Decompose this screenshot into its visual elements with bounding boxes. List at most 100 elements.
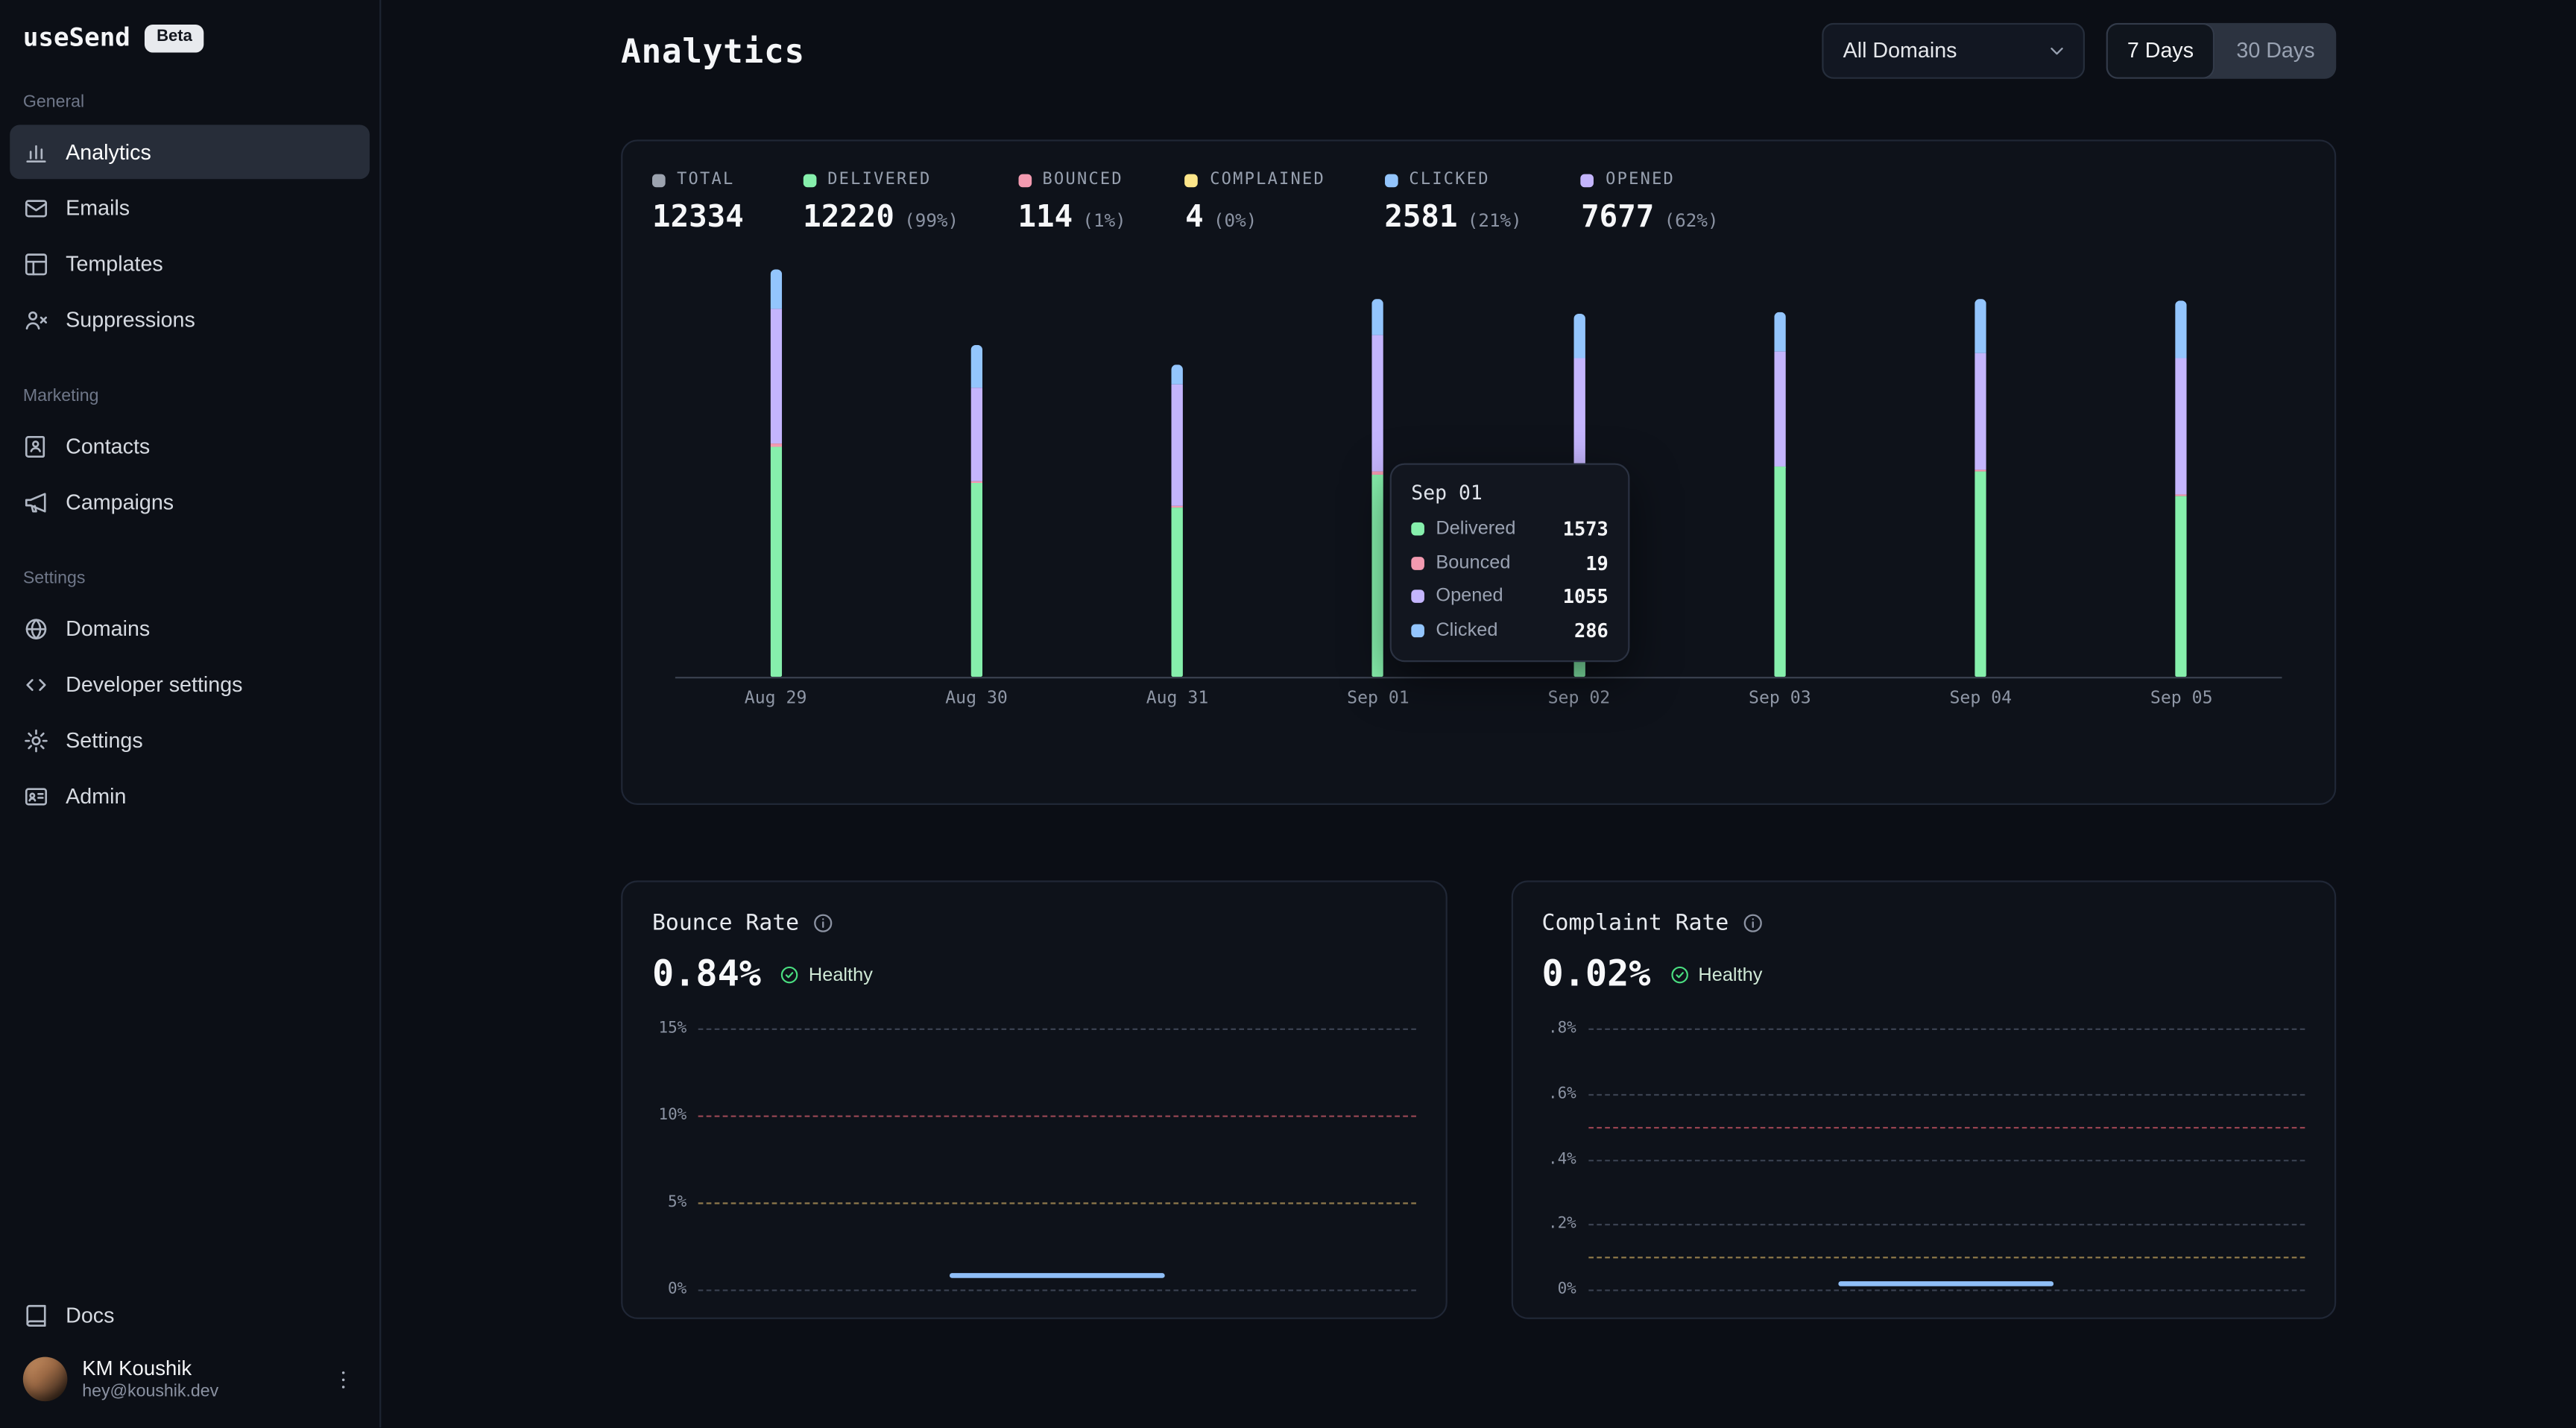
y-axis-label: .6% bbox=[1548, 1084, 1576, 1102]
sidebar-item-campaigns[interactable]: Campaigns bbox=[10, 475, 370, 529]
x-axis-label: Sep 04 bbox=[1949, 689, 2012, 708]
stat-percent: (0%) bbox=[1213, 210, 1257, 232]
bar-sep-03[interactable] bbox=[1774, 312, 1785, 677]
bar-segment-delivered bbox=[2176, 496, 2187, 677]
threshold-line bbox=[1588, 1126, 2305, 1128]
chevron-down-icon bbox=[2045, 39, 2068, 62]
bar-segment-clicked bbox=[1172, 364, 1183, 384]
tooltip-label: Clicked bbox=[1436, 620, 1497, 639]
user-menu[interactable]: KM Koushik hey@koushik.dev bbox=[10, 1345, 370, 1412]
gridline bbox=[698, 1029, 1415, 1030]
sidebar-item-settings[interactable]: Settings bbox=[10, 713, 370, 768]
kebab-menu-icon[interactable] bbox=[330, 1366, 356, 1392]
stat-value: 12220 bbox=[803, 200, 894, 235]
tooltip-label: Delivered bbox=[1436, 519, 1515, 538]
sidebar-item-emails[interactable]: Emails bbox=[10, 180, 370, 235]
stat-clicked: CLICKED2581(21%) bbox=[1384, 171, 1521, 235]
stat-dot bbox=[1581, 174, 1594, 187]
bar-chart-icon bbox=[23, 139, 49, 165]
bar-segment-opened bbox=[1372, 335, 1383, 471]
mail-icon bbox=[23, 195, 49, 221]
globe-icon bbox=[23, 615, 49, 641]
bounce-grid bbox=[698, 1029, 1415, 1289]
bar-segment-delivered bbox=[1372, 474, 1383, 677]
stat-label: CLICKED bbox=[1409, 171, 1489, 189]
sidebar-item-suppressions[interactable]: Suppressions bbox=[10, 292, 370, 347]
sidebar-item-contacts[interactable]: Contacts bbox=[10, 419, 370, 473]
bar-segment-clicked bbox=[1774, 312, 1785, 351]
threshold-line bbox=[1588, 1257, 2305, 1258]
bounce-rate-title: Bounce Rate bbox=[652, 910, 799, 936]
sidebar-item-docs[interactable]: Docs bbox=[10, 1289, 370, 1343]
range-button-30-days[interactable]: 30 Days bbox=[2215, 22, 2336, 78]
rate-series-line bbox=[1839, 1280, 2054, 1286]
tooltip-value: 19 bbox=[1585, 551, 1609, 574]
bar-segment-delivered bbox=[1774, 467, 1785, 677]
sidebar-item-label: Developer settings bbox=[66, 672, 242, 696]
megaphone-icon bbox=[23, 489, 49, 515]
user-meta: KM Koushik hey@koushik.dev bbox=[82, 1357, 218, 1402]
bar-segment-opened bbox=[1774, 351, 1785, 466]
bar-sep-05[interactable] bbox=[2176, 300, 2187, 677]
bar-segment-clicked bbox=[2176, 300, 2187, 359]
complaint-y-axis: .8%.6%.4%.2%0% bbox=[1542, 1029, 1576, 1289]
bar-segment-clicked bbox=[1372, 299, 1383, 335]
logo-row: useSend Beta bbox=[10, 19, 370, 52]
sidebar-item-admin[interactable]: Admin bbox=[10, 769, 370, 824]
sidebar-item-label: Domains bbox=[66, 616, 150, 641]
tooltip-label: Bounced bbox=[1436, 553, 1510, 572]
stat-dot bbox=[1017, 174, 1031, 187]
range-button-7-days[interactable]: 7 Days bbox=[2106, 22, 2215, 78]
rate-cards-row: Bounce Rate 0.84% Healthy 15%10%5%0% bbox=[621, 880, 2336, 1318]
header-controls: All Domains 7 Days30 Days bbox=[1822, 22, 2336, 78]
bounce-rate-card: Bounce Rate 0.84% Healthy 15%10%5%0% bbox=[621, 880, 1447, 1318]
bounce-status-badge: Healthy bbox=[779, 964, 873, 986]
chart-tooltip: Sep 01 Delivered1573Bounced19Opened1055C… bbox=[1390, 464, 1630, 662]
bar-aug-30[interactable] bbox=[970, 344, 982, 677]
bar-segment-opened bbox=[1975, 353, 1986, 470]
tooltip-dot bbox=[1411, 522, 1424, 536]
bar-aug-31[interactable] bbox=[1172, 364, 1183, 677]
sidebar-item-label: Settings bbox=[66, 727, 143, 752]
domain-select[interactable]: All Domains bbox=[1822, 22, 2085, 78]
sidebar-item-templates[interactable]: Templates bbox=[10, 236, 370, 291]
bar-sep-01[interactable] bbox=[1372, 299, 1383, 677]
stat-value: 7677 bbox=[1581, 200, 1654, 235]
stat-label: OPENED bbox=[1606, 171, 1675, 189]
sidebar-item-label: Templates bbox=[66, 251, 163, 276]
sidebar-item-analytics[interactable]: Analytics bbox=[10, 125, 370, 180]
sidebar-item-label: Admin bbox=[66, 783, 126, 808]
complaint-rate-chart: .8%.6%.4%.2%0% bbox=[1542, 1029, 2305, 1289]
y-axis-label: .2% bbox=[1548, 1215, 1576, 1233]
stat-label: DELIVERED bbox=[827, 171, 931, 189]
info-icon[interactable] bbox=[812, 912, 836, 935]
info-icon[interactable] bbox=[1742, 912, 1765, 935]
tooltip-dot bbox=[1411, 556, 1424, 569]
contacts-icon bbox=[23, 433, 49, 459]
gridline bbox=[1588, 1289, 2305, 1291]
nav-section-label-settings: Settings bbox=[10, 569, 370, 588]
bar-segment-opened bbox=[770, 309, 781, 444]
gridline bbox=[1588, 1093, 2305, 1095]
sidebar-item-domains[interactable]: Domains bbox=[10, 601, 370, 656]
stats-row: TOTAL12334DELIVERED12220(99%)BOUNCED114(… bbox=[652, 171, 2305, 235]
bounce-status-label: Healthy bbox=[809, 965, 873, 985]
stat-percent: (99%) bbox=[904, 210, 959, 232]
book-icon bbox=[23, 1302, 49, 1328]
threshold-line bbox=[698, 1116, 1415, 1117]
bar-aug-29[interactable] bbox=[770, 270, 781, 677]
x-axis-label: Aug 31 bbox=[1146, 689, 1209, 708]
page-header: Analytics All Domains 7 Days30 Days bbox=[621, 22, 2336, 79]
sidebar-item-developer-settings[interactable]: Developer settings bbox=[10, 657, 370, 712]
app-root: useSend Beta GeneralAnalyticsEmailsTempl… bbox=[0, 0, 2576, 1428]
sidebar-item-label: Analytics bbox=[66, 139, 151, 164]
check-circle-icon bbox=[779, 964, 801, 986]
tooltip-value: 286 bbox=[1574, 619, 1609, 642]
analytics-card: TOTAL12334DELIVERED12220(99%)BOUNCED114(… bbox=[621, 139, 2336, 805]
bar-sep-04[interactable] bbox=[1975, 299, 1986, 677]
stat-dot bbox=[1185, 174, 1199, 187]
sidebar-item-label: Emails bbox=[66, 195, 130, 220]
bar-chart-x-axis: Aug 29Aug 30Aug 31Sep 01Sep 02Sep 03Sep … bbox=[675, 689, 2282, 712]
user-name: KM Koushik bbox=[82, 1357, 218, 1380]
code-icon bbox=[23, 671, 49, 697]
